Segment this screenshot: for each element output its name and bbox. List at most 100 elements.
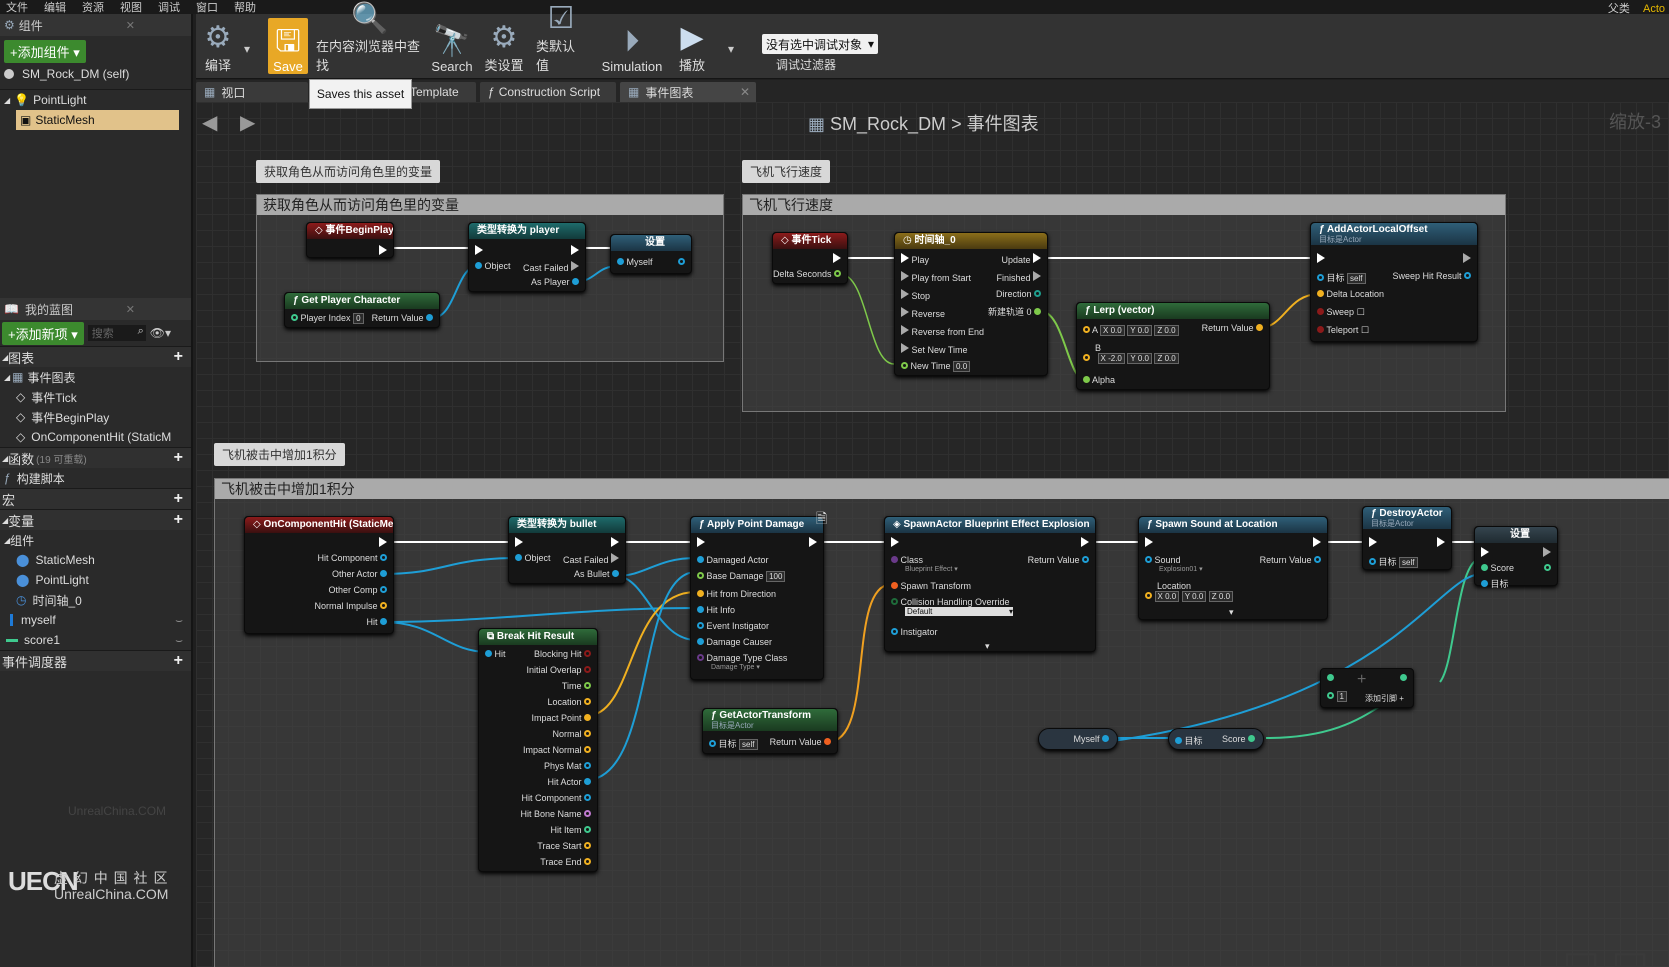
compile-options-arrow[interactable]: ▾: [244, 42, 250, 56]
exec-in-pin[interactable]: [891, 537, 899, 549]
node-cast-bullet[interactable]: 类型转换为 bullet Object Cast Failed As Bulle…: [508, 516, 626, 584]
object-pin[interactable]: Object: [515, 553, 551, 563]
node-lerp-vector[interactable]: ƒ Lerp (vector) A X 0.0 Y 0.0 Z 0.0 B X …: [1076, 302, 1270, 390]
node-add-actor-local-offset[interactable]: ƒ AddActorLocalOffset 目标是Actor 目标 self Sw…: [1310, 222, 1478, 342]
components-category[interactable]: ◢ 组件: [0, 530, 191, 550]
add-icon[interactable]: +: [174, 449, 183, 467]
exec-out-pin[interactable]: [1437, 537, 1445, 549]
node-event-beginplay[interactable]: ◇ 事件BeginPlay: [306, 222, 394, 258]
exec-in-pin[interactable]: [1369, 537, 1377, 549]
node-on-component-hit[interactable]: ◇ OnComponentHit (StaticMesh) Hit Compon…: [244, 516, 394, 634]
set-myself-out-pin[interactable]: [678, 257, 685, 267]
menu-help[interactable]: 帮助: [228, 0, 266, 15]
tl-play-from-start-pin[interactable]: Play from Start: [901, 271, 971, 283]
target-pin[interactable]: 目标 self: [1369, 555, 1418, 568]
close-icon[interactable]: ✕: [740, 85, 750, 99]
exec-out-pin[interactable]: [379, 537, 387, 549]
menu-edit[interactable]: 编辑: [38, 0, 76, 15]
score-pin[interactable]: Score: [1481, 563, 1514, 573]
node-break-hit-result[interactable]: ⧉ Break Hit Result Hit Blocking Hit Init…: [478, 628, 598, 872]
damage-causer-pin[interactable]: Damage Causer: [697, 637, 772, 647]
impact-point-pin[interactable]: Impact Point: [531, 713, 591, 723]
search-input[interactable]: 搜索 ⌕: [87, 325, 146, 341]
tab-template[interactable]: Template: [402, 82, 476, 102]
forward-arrow-icon[interactable]: ▶: [240, 110, 255, 135]
lerp-b-pin[interactable]: X -2.0 Y 0.0 Z 0.0: [1083, 353, 1179, 364]
impact-normal-pin[interactable]: Impact Normal: [523, 745, 591, 755]
compile-button[interactable]: ⚙ 编译: [198, 18, 238, 74]
node-spawn-sound[interactable]: ƒ Spawn Sound at Location Sound Explosio…: [1138, 516, 1328, 620]
play-options-arrow[interactable]: ▾: [728, 42, 734, 56]
node-event-tick[interactable]: ◇ 事件Tick Delta Seconds: [772, 232, 848, 284]
add-a-pin[interactable]: [1327, 673, 1334, 683]
menu-asset[interactable]: 资源: [76, 0, 114, 15]
component-pointlight[interactable]: ◢ 💡 PointLight: [0, 90, 191, 110]
time-pin[interactable]: Time: [562, 681, 591, 691]
var-pointlight[interactable]: ⬤ PointLight: [0, 570, 191, 590]
macros-section[interactable]: 宏 +: [0, 488, 191, 509]
tl-reverse-pin[interactable]: Reverse: [901, 307, 945, 319]
sweep-hit-pin[interactable]: Sweep Hit Result: [1392, 271, 1471, 281]
comment-bubble-3[interactable]: 飞机被击中增加1积分: [214, 443, 345, 466]
location-pin[interactable]: X 0.0 Y 0.0 Z 0.0: [1145, 591, 1234, 602]
class-defaults-button[interactable]: ☑ 类默认值: [536, 2, 586, 74]
exec-out-pin[interactable]: [571, 245, 579, 257]
add-icon[interactable]: +: [174, 511, 183, 529]
tl-new-time-pin[interactable]: New Time 0.0: [901, 361, 971, 372]
event-beginplay-item[interactable]: ◇ 事件BeginPlay: [0, 407, 191, 427]
phys-mat-pin[interactable]: Phys Mat: [544, 761, 591, 771]
cast-failed-pin[interactable]: Cast Failed: [563, 553, 619, 565]
tl-finished-pin[interactable]: Finished: [996, 271, 1041, 283]
trace-start-pin[interactable]: Trace Start: [537, 841, 591, 851]
hit-pin[interactable]: Hit: [366, 617, 387, 627]
return-value-pin[interactable]: Return Value: [1028, 555, 1089, 565]
exec-in-pin[interactable]: [475, 245, 483, 257]
node-get-score[interactable]: 目标 Score: [1168, 728, 1264, 750]
hit-actor-pin[interactable]: Hit Actor: [547, 777, 591, 787]
tl-update-pin[interactable]: Update: [1001, 253, 1041, 265]
add-icon[interactable]: +: [174, 652, 183, 670]
var-staticmesh[interactable]: ⬤ StaticMesh: [0, 550, 191, 570]
normal-impulse-pin[interactable]: Normal Impulse: [314, 601, 387, 611]
sound-pin[interactable]: Sound: [1145, 555, 1181, 565]
back-arrow-icon[interactable]: ◀: [202, 110, 217, 135]
node-set-score[interactable]: 设置 Score 目标: [1474, 526, 1558, 589]
score-out-pin[interactable]: [1544, 563, 1551, 573]
teleport-pin[interactable]: Teleport ☐: [1317, 325, 1369, 336]
node-set-myself[interactable]: 设置 Myself: [610, 234, 692, 274]
other-comp-pin[interactable]: Other Comp: [328, 585, 387, 595]
exec-out-pin[interactable]: [1543, 547, 1551, 559]
exec-in-pin[interactable]: [515, 537, 523, 549]
menu-window[interactable]: 窗口: [190, 0, 228, 15]
class-settings-button[interactable]: ⚙ 类设置: [484, 18, 524, 74]
expand-arrow-icon[interactable]: ▾: [985, 641, 990, 652]
as-bullet-pin[interactable]: As Bullet: [574, 569, 619, 579]
search-button[interactable]: 🔭 Search: [431, 18, 472, 74]
add-new-button[interactable]: +添加新项 ▾: [2, 321, 84, 345]
tab-viewport[interactable]: ▦ 视口: [196, 82, 308, 102]
hit-component-pin[interactable]: Hit Component: [317, 553, 387, 563]
damaged-actor-pin[interactable]: Damaged Actor: [697, 555, 769, 565]
sweep-pin[interactable]: Sweep ☐: [1317, 307, 1365, 318]
return-value-pin[interactable]: Return Value: [372, 313, 433, 323]
checkbox-icon[interactable]: ☐: [1361, 325, 1369, 335]
exec-out-pin[interactable]: [833, 253, 841, 265]
add-out-pin[interactable]: [1400, 673, 1407, 683]
myself-out-pin[interactable]: Myself: [1073, 734, 1109, 744]
cast-failed-pin[interactable]: Cast Failed: [523, 261, 579, 273]
exec-in-pin[interactable]: [697, 537, 705, 549]
exec-out-pin[interactable]: [1081, 537, 1089, 549]
add-pin-button[interactable]: 添加引脚 +: [1365, 693, 1404, 704]
lerp-return-pin[interactable]: Return Value: [1202, 323, 1263, 333]
initial-overlap-pin[interactable]: Initial Overlap: [526, 665, 591, 675]
damage-type-class-pin[interactable]: Damage Type Class: [697, 653, 787, 663]
my-blueprint-tab[interactable]: 📖 我的蓝图 ✕: [0, 298, 191, 320]
return-value-pin[interactable]: Return Value: [770, 737, 831, 747]
delta-seconds-pin[interactable]: Delta Seconds: [773, 269, 841, 279]
node-get-actor-transform[interactable]: ƒ GetActorTransform 目标是Actor 目标 self Retu…: [702, 708, 838, 754]
event-tick-item[interactable]: ◇ 事件Tick: [0, 387, 191, 407]
comment-bubble-2[interactable]: 飞机飞行速度: [742, 160, 831, 183]
target-pin[interactable]: 目标 self: [709, 737, 758, 750]
collision-select[interactable]: Default ▾: [905, 607, 1013, 616]
exec-out-pin[interactable]: [379, 245, 387, 257]
